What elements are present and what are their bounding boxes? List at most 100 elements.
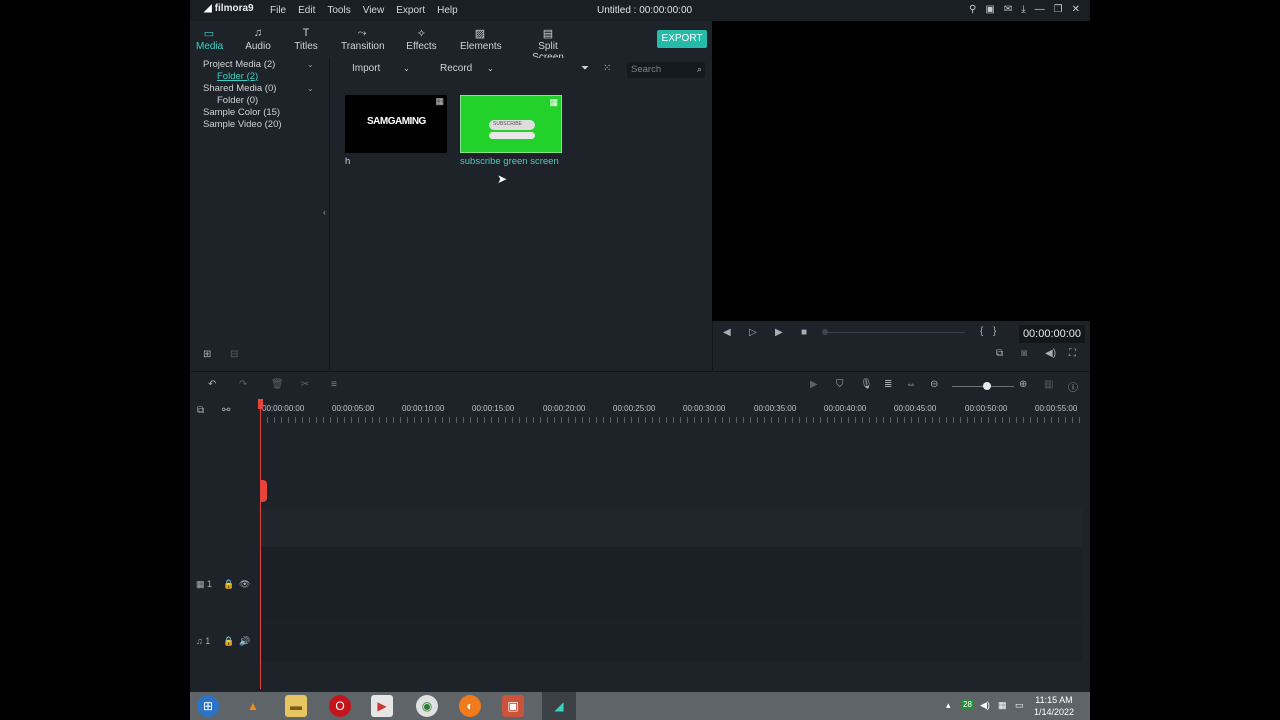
- snapshot-icon[interactable]: ◙: [1021, 348, 1027, 359]
- redo-icon[interactable]: ↷: [239, 379, 247, 390]
- chrome-icon[interactable]: ◉: [416, 695, 438, 717]
- adjust-icon[interactable]: ≡: [331, 379, 337, 390]
- vlc-icon[interactable]: ▲: [242, 695, 264, 717]
- download-icon[interactable]: ⤓: [1021, 4, 1025, 15]
- undo-icon[interactable]: ↶: [208, 379, 216, 390]
- export-button[interactable]: EXPORT: [657, 30, 707, 48]
- columns-icon[interactable]: ▥: [1044, 379, 1053, 390]
- lock-icon[interactable]: 🔒: [223, 636, 234, 647]
- action-center-icon[interactable]: ▭: [1015, 700, 1024, 711]
- restore-icon[interactable]: ❐: [1054, 4, 1063, 15]
- preview-timecode: 00:00:00:00: [1019, 325, 1085, 343]
- help-icon[interactable]: ⓘ: [1068, 379, 1078, 394]
- media-thumbnail-h[interactable]: SAMGAMING ▦: [345, 95, 447, 153]
- search-input[interactable]: Search ⌕: [627, 62, 705, 78]
- cut-icon[interactable]: ✂: [301, 379, 309, 390]
- import-dropdown[interactable]: Import ⌄: [352, 63, 410, 74]
- microphone-icon[interactable]: 🎙: [860, 379, 873, 390]
- playhead-line[interactable]: [260, 399, 261, 689]
- eye-icon[interactable]: 👁: [239, 579, 250, 590]
- sidebar-item-folder-shared[interactable]: Folder (0): [217, 95, 258, 106]
- volume-icon[interactable]: ◀): [1045, 348, 1056, 359]
- chevron-down-icon[interactable]: ⌄: [307, 60, 314, 69]
- render-icon[interactable]: ▶: [810, 379, 818, 390]
- menu-file[interactable]: File: [270, 5, 286, 16]
- tab-audio[interactable]: ♫ Audio: [244, 27, 272, 52]
- tab-titles[interactable]: T Titles: [294, 27, 318, 52]
- link-icon[interactable]: ⚯: [222, 405, 230, 416]
- tab-effects[interactable]: ✧ Effects: [406, 27, 437, 52]
- chevron-down-icon[interactable]: ⌄: [307, 84, 314, 93]
- delete-icon[interactable]: 🗑: [271, 379, 284, 390]
- mark-in-icon[interactable]: {: [980, 326, 983, 337]
- filter-icon[interactable]: ⏷: [581, 63, 589, 74]
- fullscreen-icon[interactable]: ⛶: [1069, 348, 1076, 359]
- zoom-out-icon[interactable]: ⊖: [930, 379, 938, 390]
- playhead-handle[interactable]: [260, 480, 267, 502]
- empty-track-area[interactable]: [260, 509, 1082, 547]
- audio-track-1[interactable]: [260, 623, 1082, 661]
- play-forward-icon[interactable]: ▶: [775, 327, 783, 338]
- ruler-tick: 00:00:05:00: [332, 404, 375, 413]
- menu-view[interactable]: View: [363, 5, 385, 16]
- new-folder-icon[interactable]: ⊞: [203, 349, 211, 360]
- tray-badge[interactable]: 28: [962, 700, 973, 709]
- step-back-icon[interactable]: ◀: [723, 327, 731, 338]
- menu-edit[interactable]: Edit: [298, 5, 315, 16]
- save-icon[interactable]: ▣: [985, 4, 994, 15]
- render-preview-icon[interactable]: ⧉: [996, 348, 1003, 359]
- add-track-icon[interactable]: ⧉: [197, 405, 204, 416]
- timeline-ruler[interactable]: ⧉ ⚯ 00:00:00:00 00:00:05:00 00:00:10:00 …: [190, 399, 1090, 427]
- preview-scrubber[interactable]: [825, 332, 965, 333]
- playhead-marker[interactable]: [258, 399, 263, 409]
- firefox-icon[interactable]: ◐: [459, 695, 481, 717]
- mail-icon[interactable]: ✉: [1004, 4, 1012, 15]
- start-button-icon[interactable]: ⊞: [197, 695, 219, 717]
- close-icon[interactable]: ✕: [1072, 4, 1080, 15]
- grid-view-icon[interactable]: ⁙: [603, 63, 611, 74]
- filmora-window: ◢ filmora9 File Edit Tools View Export H…: [190, 0, 1090, 692]
- tab-elements[interactable]: ▨ Elements: [460, 27, 502, 52]
- search-icon[interactable]: ⌕: [697, 64, 702, 75]
- speed-icon[interactable]: ⇔: [906, 379, 916, 390]
- network-tray-icon[interactable]: ▦: [998, 700, 1007, 711]
- ruler-tick: 00:00:45:00: [894, 404, 937, 413]
- lock-icon[interactable]: 🔒: [223, 579, 234, 590]
- sidebar-item-folder-project[interactable]: Folder (2): [217, 71, 258, 82]
- zoom-slider-handle[interactable]: [983, 382, 991, 390]
- marker-icon[interactable]: ⛉: [836, 379, 844, 390]
- effects-icon: ✧: [416, 28, 427, 40]
- sidebar-item-sample-video[interactable]: Sample Video (20): [203, 119, 282, 130]
- account-icon[interactable]: ⚲: [969, 4, 976, 15]
- record-dropdown[interactable]: Record ⌄: [440, 63, 494, 74]
- play-icon[interactable]: ▷: [749, 327, 757, 338]
- zoom-in-icon[interactable]: ⊕: [1019, 379, 1027, 390]
- sidebar-item-sample-color[interactable]: Sample Color (15): [203, 107, 280, 118]
- scrubber-handle[interactable]: [822, 329, 828, 335]
- taskbar-clock[interactable]: 11:15 AM 1/14/2022: [1034, 694, 1074, 718]
- media-thumbnail-subscribe-green-screen[interactable]: SUBSCRIBE ▦: [460, 95, 562, 153]
- collapse-panel-icon[interactable]: ‹: [323, 208, 326, 217]
- mark-out-icon[interactable]: }: [993, 326, 996, 337]
- menu-tools[interactable]: Tools: [327, 5, 350, 16]
- tab-transition[interactable]: ⤳ Transition: [341, 27, 385, 52]
- sidebar-item-shared-media[interactable]: Shared Media (0): [203, 83, 276, 94]
- stop-icon[interactable]: ■: [801, 327, 807, 338]
- opera-icon[interactable]: O: [329, 695, 351, 717]
- volume-tray-icon[interactable]: ◀): [980, 700, 990, 711]
- tab-media[interactable]: ▭ Media: [196, 27, 223, 52]
- minimize-icon[interactable]: —: [1035, 4, 1045, 15]
- preview-controls: ◀ ▷ ▶ ■ { } 00:00:00:00 ⧉ ◙ ◀) ⛶: [712, 321, 1090, 370]
- menu-export[interactable]: Export: [396, 5, 425, 16]
- office-icon[interactable]: ▣: [502, 695, 524, 717]
- menu-help[interactable]: Help: [437, 5, 458, 16]
- filmora-taskbar-icon[interactable]: ◢: [542, 692, 576, 720]
- media-player-icon[interactable]: ▶: [371, 695, 393, 717]
- video-track-1[interactable]: [260, 547, 1082, 622]
- sidebar-item-project-media[interactable]: Project Media (2): [203, 59, 275, 70]
- audio-mixer-icon[interactable]: ≣: [884, 379, 892, 390]
- file-explorer-icon[interactable]: ▬: [285, 695, 307, 717]
- remove-folder-icon[interactable]: ⊟: [230, 349, 238, 360]
- tray-chevron-icon[interactable]: ▴: [946, 700, 951, 711]
- speaker-icon[interactable]: 🔊: [239, 636, 250, 647]
